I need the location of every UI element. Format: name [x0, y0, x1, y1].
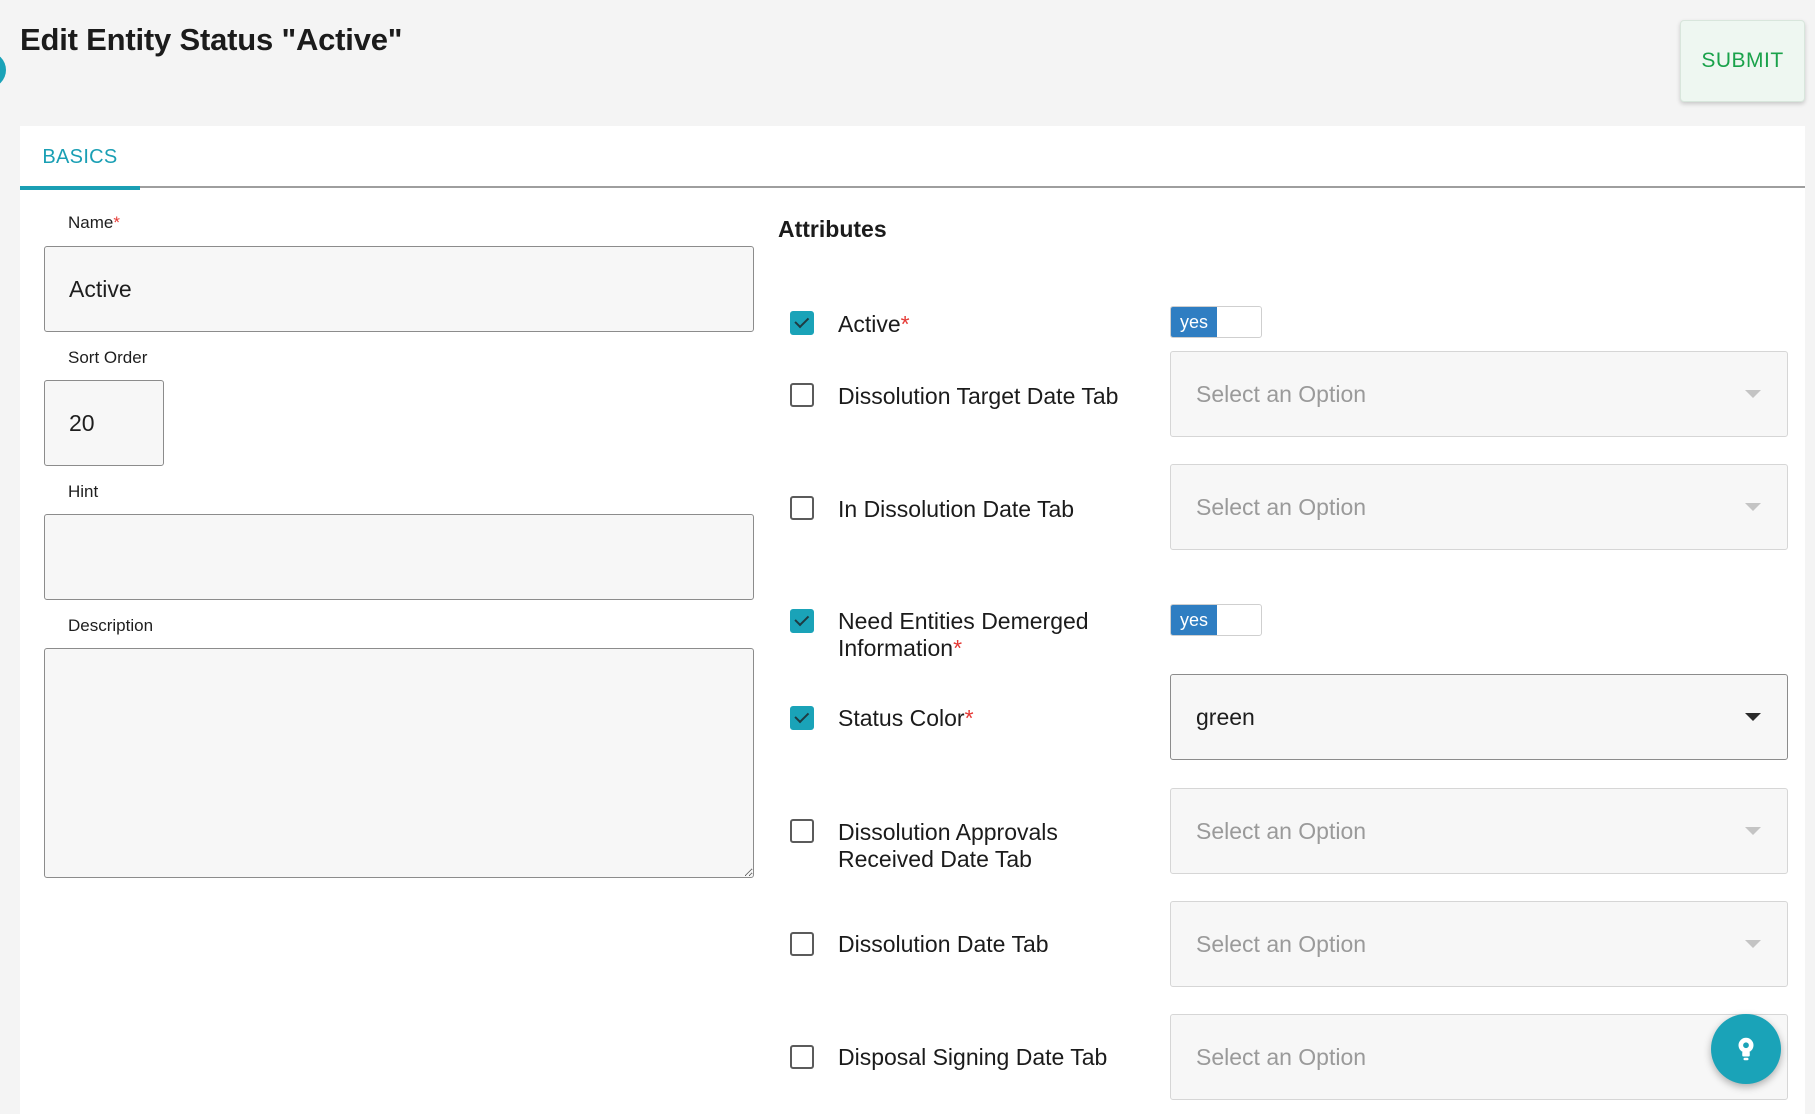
select-placeholder: Select an Option: [1196, 1043, 1367, 1070]
tab-basics-label: BASICS: [42, 145, 118, 168]
dissolution-date-tab-label: Dissolution Date Tab: [838, 931, 1049, 957]
need-entities-toggle-on: yes: [1171, 605, 1217, 635]
dissolution-target-date-tab-checkbox[interactable]: [790, 383, 814, 407]
need-entities-demerged-information-checkbox[interactable]: [790, 609, 814, 633]
disposal-signing-date-tab-checkbox[interactable]: [790, 1045, 814, 1069]
active-toggle[interactable]: yes: [1170, 306, 1262, 338]
in-dissolution-date-tab-label: In Dissolution Date Tab: [838, 496, 1075, 522]
name-input[interactable]: [44, 246, 754, 332]
dissolution-date-tab-select[interactable]: Select an Option: [1170, 901, 1788, 987]
sort-order-input[interactable]: [44, 380, 164, 466]
select-value: green: [1196, 703, 1255, 730]
in-dissolution-date-tab-select[interactable]: Select an Option: [1170, 464, 1788, 550]
attributes-title: Attributes: [778, 216, 887, 242]
help-fab-button[interactable]: [1711, 1014, 1781, 1084]
form-card: BASICS Name* Sort Order Hint Description…: [20, 126, 1805, 1114]
select-placeholder: Select an Option: [1196, 817, 1367, 844]
disposal-signing-date-tab-label: Disposal Signing Date Tab: [838, 1044, 1108, 1070]
status-color-label: Status Color*: [838, 705, 974, 731]
active-label: Active*: [838, 311, 910, 337]
status-color-checkbox[interactable]: [790, 706, 814, 730]
tab-bar: BASICS: [20, 126, 1805, 190]
dissolution-approvals-received-date-tab-select[interactable]: Select an Option: [1170, 788, 1788, 874]
status-color-select[interactable]: green: [1170, 674, 1788, 760]
side-handle[interactable]: [0, 52, 6, 88]
tab-basics[interactable]: BASICS: [20, 126, 140, 190]
chevron-down-icon: [1745, 827, 1761, 835]
need-entities-demerged-information-toggle[interactable]: yes: [1170, 604, 1262, 636]
sort-order-label: Sort Order: [68, 348, 148, 367]
select-placeholder: Select an Option: [1196, 930, 1367, 957]
select-placeholder: Select an Option: [1196, 380, 1367, 407]
description-textarea[interactable]: [44, 648, 754, 878]
submit-button[interactable]: SUBMIT: [1680, 20, 1805, 102]
dissolution-approvals-received-date-tab-label: Dissolution Approvals Received Date Tab: [838, 819, 1058, 872]
dissolution-target-date-tab-label: Dissolution Target Date Tab: [838, 383, 1119, 409]
dissolution-date-tab-checkbox[interactable]: [790, 932, 814, 956]
chevron-down-icon: [1745, 503, 1761, 511]
edit-entity-status-page: Edit Entity Status "Active" SUBMIT BASIC…: [0, 0, 1815, 1114]
hint-input[interactable]: [44, 514, 754, 600]
page-title: Edit Entity Status "Active": [20, 22, 403, 57]
hint-label: Hint: [68, 482, 99, 501]
disposal-signing-date-tab-select[interactable]: Select an Option: [1170, 1014, 1788, 1100]
dissolution-approvals-received-date-tab-checkbox[interactable]: [790, 819, 814, 843]
in-dissolution-date-tab-checkbox[interactable]: [790, 496, 814, 520]
name-label: Name*: [68, 213, 120, 232]
active-toggle-on: yes: [1171, 307, 1217, 337]
select-placeholder: Select an Option: [1196, 493, 1367, 520]
chevron-down-icon: [1745, 940, 1761, 948]
chevron-down-icon: [1745, 713, 1761, 721]
dissolution-target-date-tab-select[interactable]: Select an Option: [1170, 351, 1788, 437]
description-label: Description: [68, 616, 154, 635]
need-entities-demerged-information-label: Need Entities Demerged Information*: [838, 608, 1089, 661]
lightbulb-icon: [1738, 1037, 1754, 1061]
chevron-down-icon: [1745, 390, 1761, 398]
tab-active-indicator: [20, 186, 140, 190]
active-checkbox[interactable]: [790, 311, 814, 335]
